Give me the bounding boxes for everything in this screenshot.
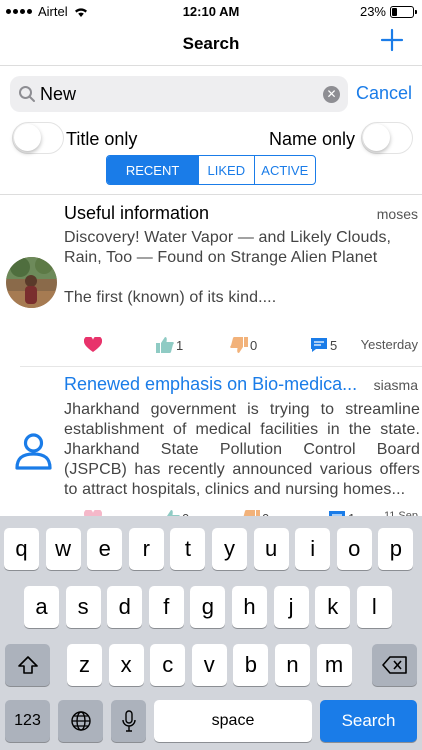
post-body: Discovery! Water Vapor — and Likely Clou… [64, 229, 392, 266]
tab-liked[interactable]: LIKED [198, 156, 253, 184]
avatar [8, 426, 59, 477]
name-only-toggle[interactable] [361, 122, 413, 154]
key-p[interactable]: p [378, 528, 414, 570]
cancel-button[interactable]: Cancel [356, 83, 412, 104]
keyboard: qwertyuiop asdfghjkl zxcvbnm 123 space S… [0, 516, 422, 750]
tab-active[interactable]: ACTIVE [253, 156, 315, 184]
key-w[interactable]: w [45, 528, 81, 570]
space-key[interactable]: space [154, 700, 312, 742]
globe-key[interactable] [58, 700, 103, 742]
key-i[interactable]: i [295, 528, 331, 570]
post-title[interactable]: Useful information [64, 203, 209, 224]
key-f[interactable]: f [148, 586, 184, 628]
shift-icon [17, 656, 38, 674]
delete-icon [381, 656, 407, 674]
key-d[interactable]: d [107, 586, 143, 628]
key-o[interactable]: o [336, 528, 372, 570]
key-g[interactable]: g [190, 586, 226, 628]
post-actions: 1 0 5 Yesterday [0, 337, 422, 357]
person-icon [15, 433, 52, 470]
key-t[interactable]: t [170, 528, 206, 570]
key-e[interactable]: e [87, 528, 123, 570]
avatar [6, 257, 57, 308]
microphone-key[interactable] [111, 700, 146, 742]
backspace-key[interactable] [372, 644, 417, 686]
key-a[interactable]: a [24, 586, 59, 628]
key-c[interactable]: c [150, 644, 186, 686]
key-m[interactable]: m [316, 644, 352, 686]
key-s[interactable]: s [65, 586, 101, 628]
key-v[interactable]: v [191, 644, 227, 686]
key-l[interactable]: l [356, 586, 392, 628]
key-h[interactable]: h [232, 586, 267, 628]
battery-icon [390, 5, 417, 18]
page-title: Search [182, 34, 240, 53]
post-item[interactable]: Useful information moses Discovery! Wate… [0, 203, 422, 363]
downvote-count: 0 [250, 337, 258, 353]
microphone-icon [121, 710, 136, 732]
post-body: Jharkhand government is trying to stream… [64, 401, 420, 498]
search-key[interactable]: Search [320, 700, 417, 742]
clock: 12:10 AM [182, 4, 240, 19]
search-row: ✕ Cancel [0, 76, 422, 112]
comment-icon [311, 338, 327, 352]
key-u[interactable]: u [253, 528, 289, 570]
key-z[interactable]: z [67, 644, 102, 686]
title-only-toggle[interactable] [12, 122, 64, 154]
post-author[interactable]: moses [377, 206, 418, 222]
divider [20, 366, 422, 367]
separator [0, 194, 422, 195]
downvote-button[interactable]: 0 [230, 337, 257, 353]
thumbs-up-icon [156, 337, 174, 353]
key-j[interactable]: j [273, 586, 309, 628]
sort-tabs: RECENT LIKED ACTIVE [106, 155, 316, 185]
upvote-button[interactable]: 1 [156, 337, 183, 353]
upvote-count: 1 [176, 337, 184, 353]
thumbs-down-icon [230, 337, 248, 353]
comment-count: 5 [330, 337, 338, 353]
battery-percent: 23% [359, 4, 386, 19]
nav-bar: Search [0, 22, 422, 66]
key-x[interactable]: x [108, 644, 144, 686]
post-item[interactable]: Renewed emphasis on Bio-medica... siasma… [0, 374, 422, 526]
post-title[interactable]: Renewed emphasis on Bio-medica... [64, 374, 357, 395]
key-k[interactable]: k [315, 586, 351, 628]
key-y[interactable]: y [212, 528, 247, 570]
key-r[interactable]: r [128, 528, 164, 570]
key-b[interactable]: b [233, 644, 269, 686]
post-author[interactable]: siasma [374, 377, 418, 393]
status-bar: Airtel 12:10 AM 23% [0, 0, 422, 22]
plus-icon[interactable] [380, 28, 404, 52]
key-q[interactable]: q [4, 528, 39, 570]
title-only-label: Title only [66, 129, 138, 149]
search-input[interactable] [40, 80, 320, 108]
post-body-extra: The first (known) of its kind.... [64, 289, 277, 306]
key-n[interactable]: n [275, 644, 310, 686]
clear-search-icon[interactable]: ✕ [323, 86, 340, 103]
comments-button[interactable]: 5 [310, 337, 337, 353]
like-button[interactable] [84, 337, 102, 353]
search-field[interactable]: ✕ [10, 76, 348, 112]
shift-key[interactable] [5, 644, 50, 686]
name-only-label: Name only [269, 129, 356, 149]
tab-recent[interactable]: RECENT [107, 156, 199, 184]
globe-icon [70, 711, 91, 731]
search-icon [19, 86, 35, 102]
numbers-key[interactable]: 123 [5, 700, 50, 742]
post-date: Yesterday [360, 337, 418, 352]
heart-icon [84, 337, 102, 352]
